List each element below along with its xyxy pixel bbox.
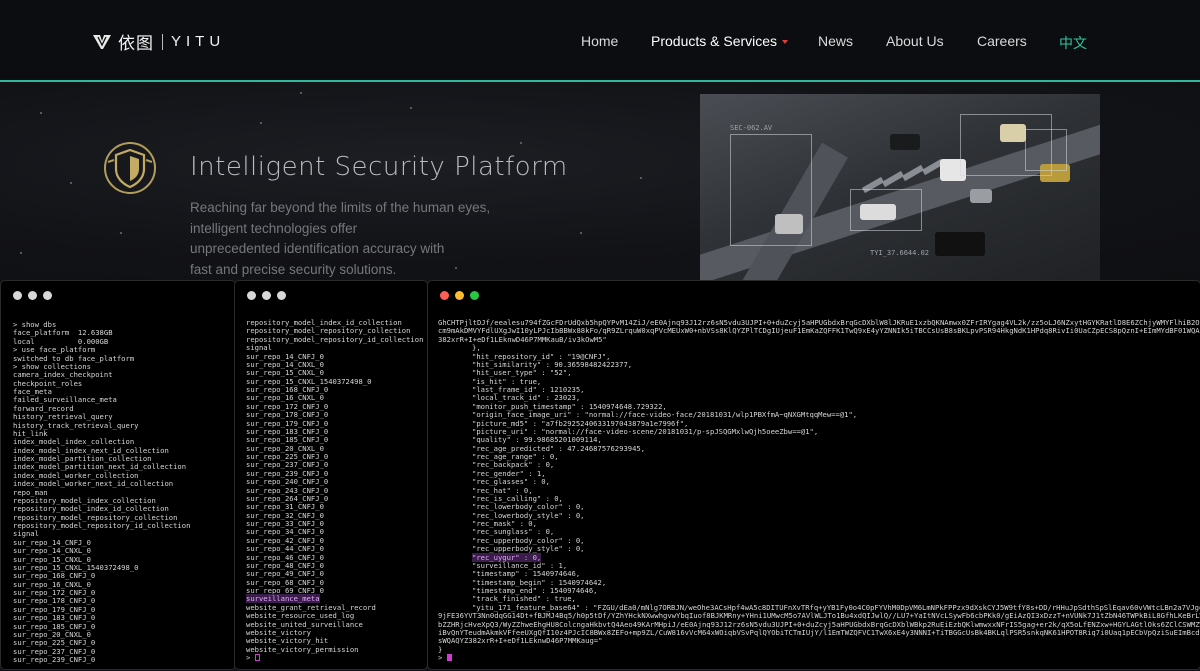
hero-desc-line: intelligent technologies offer xyxy=(190,220,358,236)
terminal-window-mongo-shell[interactable]: > show dbs face_platform 12.638GB local … xyxy=(0,280,236,670)
window-close-button[interactable] xyxy=(440,291,449,300)
terminal-output: GhCHTPjltDJf/eealesu794fZGcFDrUdQxb5hpQY… xyxy=(428,311,1200,662)
hero-title: Intelligent Security Platform xyxy=(190,152,568,182)
base64-blob: GhCHTPjltDJf/eealesu794fZGcFDrUdQxb5hpQY… xyxy=(438,318,1200,344)
surveillance-street-image: SEC-062.AV TYI_37.6644.02 xyxy=(700,94,1100,280)
window-minimize-button[interactable] xyxy=(262,291,271,300)
nav-careers[interactable]: Careers xyxy=(977,33,1027,49)
nav-about-us[interactable]: About Us xyxy=(886,33,944,49)
terminal-output: > show dbs face_platform 12.638GB local … xyxy=(1,311,235,664)
terminal-title-bar xyxy=(235,281,427,311)
window-close-button[interactable] xyxy=(247,291,256,300)
window-zoom-button[interactable] xyxy=(43,291,52,300)
terminal-window-collections[interactable]: repository_model_index_id_collection rep… xyxy=(234,280,428,670)
collection-list: repository_model_index_id_collection rep… xyxy=(246,318,424,595)
hero-banner: Intelligent Security Platform Reaching f… xyxy=(0,82,1200,280)
window-close-button[interactable] xyxy=(13,291,22,300)
camera-label: SEC-062.AV xyxy=(730,124,773,132)
site-header: 依图 YITU Home Products & Services News Ab… xyxy=(0,0,1200,82)
terminal-window-json-record[interactable]: GhCHTPjltDJf/eealesu794fZGcFDrUdQxb5hpQY… xyxy=(427,280,1200,670)
shell-prompt: > xyxy=(438,653,443,662)
window-minimize-button[interactable] xyxy=(455,291,464,300)
nav-news[interactable]: News xyxy=(818,33,853,49)
shield-icon xyxy=(104,142,156,194)
chevron-down-icon xyxy=(782,40,789,45)
hero-desc-line: Reaching far beyond the limits of the hu… xyxy=(190,200,491,215)
text-cursor xyxy=(254,654,260,661)
hero-description: Reaching far beyond the limits of the hu… xyxy=(190,198,530,280)
collection-list: website_grant_retrieval_record website_r… xyxy=(246,602,376,654)
shell-prompt: > xyxy=(246,653,251,662)
hero-desc-line: fast and precise security solutions. xyxy=(190,261,397,277)
terminal-title-bar xyxy=(1,281,235,311)
nav-home[interactable]: Home xyxy=(581,33,618,49)
terminal-commands: > show dbs face_platform 12.638GB local … xyxy=(13,320,135,371)
main-nav: Home Products & Services News About Us C… xyxy=(0,33,1200,53)
base64-blob: 9jFE36YVT3Nn0dqGG14Dt+fBJMJ4Bq5/h0p5tDf/… xyxy=(438,611,1200,654)
window-zoom-button[interactable] xyxy=(470,291,479,300)
detection-tag: TYI_37.6644.02 xyxy=(870,249,930,257)
json-fields: "surveillance_id" : 1, "timestamp" : 154… xyxy=(472,560,1200,612)
nav-language-chinese[interactable]: 中文 xyxy=(1059,33,1087,53)
json-fields: }, "hit_repository_id" : "19@CNFJ", "hit… xyxy=(472,343,858,554)
window-minimize-button[interactable] xyxy=(28,291,37,300)
window-zoom-button[interactable] xyxy=(277,291,286,300)
nav-products-label: Products & Services xyxy=(651,33,778,49)
collection-list: camera_index_checkpoint checkpoint_roles… xyxy=(13,370,191,664)
nav-products-services[interactable]: Products & Services xyxy=(651,33,789,49)
text-cursor xyxy=(446,654,452,661)
terminal-title-bar xyxy=(428,281,1200,311)
hero-desc-line: unprecedented identification accuracy wi… xyxy=(190,241,445,256)
terminal-output: repository_model_index_id_collection rep… xyxy=(235,311,427,662)
